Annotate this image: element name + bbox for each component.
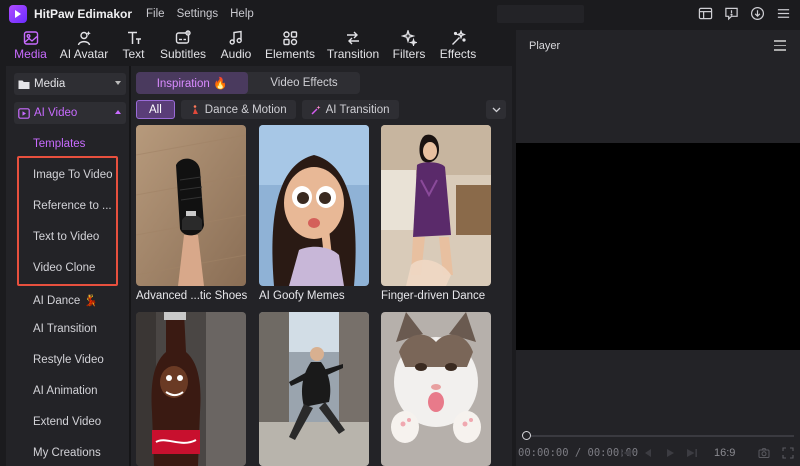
layout-icon[interactable] bbox=[696, 4, 714, 22]
tool-text[interactable]: Text bbox=[113, 28, 154, 64]
title-placeholder-area bbox=[497, 5, 584, 23]
tab-video-effects[interactable]: Video Effects bbox=[248, 72, 360, 94]
folder-icon bbox=[18, 80, 30, 89]
skip-forward-icon[interactable] bbox=[686, 447, 698, 459]
play-icon[interactable] bbox=[664, 447, 676, 459]
fullscreen-icon[interactable] bbox=[782, 447, 794, 459]
title-bar: HitPaw Edimakor File Settings Help bbox=[0, 0, 800, 28]
ai-video-icon bbox=[18, 107, 30, 119]
tool-transition[interactable]: Transition bbox=[320, 28, 386, 64]
sidebar-item-image-to-video[interactable]: Image To Video bbox=[33, 169, 113, 181]
menu-help[interactable]: Help bbox=[230, 8, 254, 20]
skip-back-icon[interactable] bbox=[620, 447, 632, 459]
player-title: Player bbox=[529, 40, 561, 52]
template-card-title: Finger-driven Dance bbox=[381, 290, 486, 302]
filter-chips: All Dance & Motion AI Transition bbox=[136, 100, 399, 120]
sidebar-item-ai-transition[interactable]: AI Transition bbox=[33, 323, 97, 335]
tool-effects[interactable]: Effects bbox=[432, 28, 484, 64]
main-toolbar: Media AI Avatar Text Subtitles Audio Ele… bbox=[6, 28, 512, 64]
chevron-down-icon bbox=[492, 107, 500, 112]
template-thumbnail-finger-dance bbox=[381, 125, 491, 286]
left-sidebar: Media AI Video Templates Image To Video … bbox=[6, 66, 129, 466]
template-thumbnail-goofy-memes bbox=[259, 125, 369, 286]
filters-icon bbox=[400, 28, 419, 48]
media-icon bbox=[23, 30, 39, 46]
template-card[interactable] bbox=[136, 312, 246, 466]
template-card[interactable]: AI Goofy Memes bbox=[259, 125, 369, 302]
menu-settings[interactable]: Settings bbox=[177, 8, 219, 20]
video-preview[interactable] bbox=[516, 143, 800, 350]
effects-icon bbox=[450, 29, 467, 46]
transition-icon bbox=[345, 30, 361, 46]
audio-icon bbox=[228, 30, 244, 46]
tool-elements[interactable]: Elements bbox=[260, 28, 320, 64]
elements-icon bbox=[282, 30, 298, 46]
frame-back-icon[interactable] bbox=[642, 447, 654, 459]
app-logo bbox=[9, 5, 27, 23]
template-card[interactable]: Advanced ...tic Shoes bbox=[136, 125, 248, 302]
subtitles-icon bbox=[175, 30, 191, 46]
template-card-title: AI Goofy Memes bbox=[259, 290, 345, 302]
tool-audio[interactable]: Audio bbox=[212, 28, 260, 64]
feedback-icon[interactable] bbox=[722, 4, 740, 22]
sidebar-item-ai-animation[interactable]: AI Animation bbox=[33, 385, 98, 397]
sidebar-item-video-clone[interactable]: Video Clone bbox=[33, 262, 95, 274]
sidebar-item-extend-video[interactable]: Extend Video bbox=[33, 416, 101, 428]
more-icon[interactable] bbox=[774, 4, 792, 22]
snapshot-icon[interactable] bbox=[758, 447, 771, 459]
template-card[interactable] bbox=[259, 312, 369, 466]
aspect-ratio-selector[interactable]: 16:9 bbox=[714, 447, 735, 459]
sidebar-item-templates[interactable]: Templates bbox=[33, 138, 85, 150]
menu-file[interactable]: File bbox=[146, 8, 165, 20]
scrubber-handle[interactable] bbox=[522, 431, 531, 440]
template-card[interactable]: Finger-driven Dance bbox=[381, 125, 491, 302]
template-thumbnail-shoes bbox=[136, 125, 246, 286]
magic-wand-icon bbox=[311, 105, 321, 115]
ai-avatar-icon bbox=[76, 30, 92, 46]
text-icon bbox=[126, 30, 142, 46]
tool-filters[interactable]: Filters bbox=[386, 28, 432, 64]
sidebar-item-text-to-video[interactable]: Text to Video bbox=[33, 231, 99, 243]
tool-ai-avatar[interactable]: AI Avatar bbox=[55, 28, 113, 64]
chevron-up-icon bbox=[115, 110, 121, 114]
category-tabs: Inspiration 🔥 Video Effects bbox=[136, 72, 360, 94]
player-menu-icon[interactable] bbox=[774, 40, 786, 51]
sidebar-item-restyle-video[interactable]: Restyle Video bbox=[33, 354, 104, 366]
expand-filters-button[interactable] bbox=[486, 100, 506, 119]
download-icon[interactable] bbox=[748, 4, 766, 22]
tool-subtitles[interactable]: Subtitles bbox=[154, 28, 212, 64]
chip-ai-transition[interactable]: AI Transition bbox=[301, 100, 399, 119]
template-browser: Inspiration 🔥 Video Effects All Dance & … bbox=[131, 66, 512, 466]
sidebar-item-my-creations[interactable]: My Creations bbox=[33, 447, 101, 459]
dance-icon bbox=[192, 104, 198, 114]
chip-all[interactable]: All bbox=[136, 100, 175, 119]
template-thumbnail-cat bbox=[381, 312, 491, 466]
playback-scrubber[interactable] bbox=[524, 435, 794, 437]
tool-media[interactable]: Media bbox=[6, 28, 55, 64]
template-card-title: Advanced ...tic Shoes bbox=[136, 290, 248, 302]
sidebar-media-dropdown[interactable]: Media bbox=[14, 73, 126, 95]
template-card[interactable] bbox=[381, 312, 491, 466]
tab-inspiration[interactable]: Inspiration 🔥 bbox=[136, 72, 248, 94]
chevron-down-icon bbox=[115, 81, 121, 85]
chip-dance-motion[interactable]: Dance & Motion bbox=[180, 100, 296, 119]
template-thumbnail-cola-bottle bbox=[136, 312, 246, 466]
sidebar-ai-video-dropdown[interactable]: AI Video bbox=[14, 102, 126, 124]
player-panel: Player 00:00:00 / 00:00:00 16:9 bbox=[516, 30, 800, 466]
sidebar-item-ai-dance[interactable]: AI Dance 💃 bbox=[33, 293, 98, 307]
template-thumbnail-street-fall bbox=[259, 312, 369, 466]
app-title: HitPaw Edimakor bbox=[34, 7, 133, 21]
sidebar-item-reference-to-video[interactable]: Reference to ... bbox=[33, 200, 112, 212]
